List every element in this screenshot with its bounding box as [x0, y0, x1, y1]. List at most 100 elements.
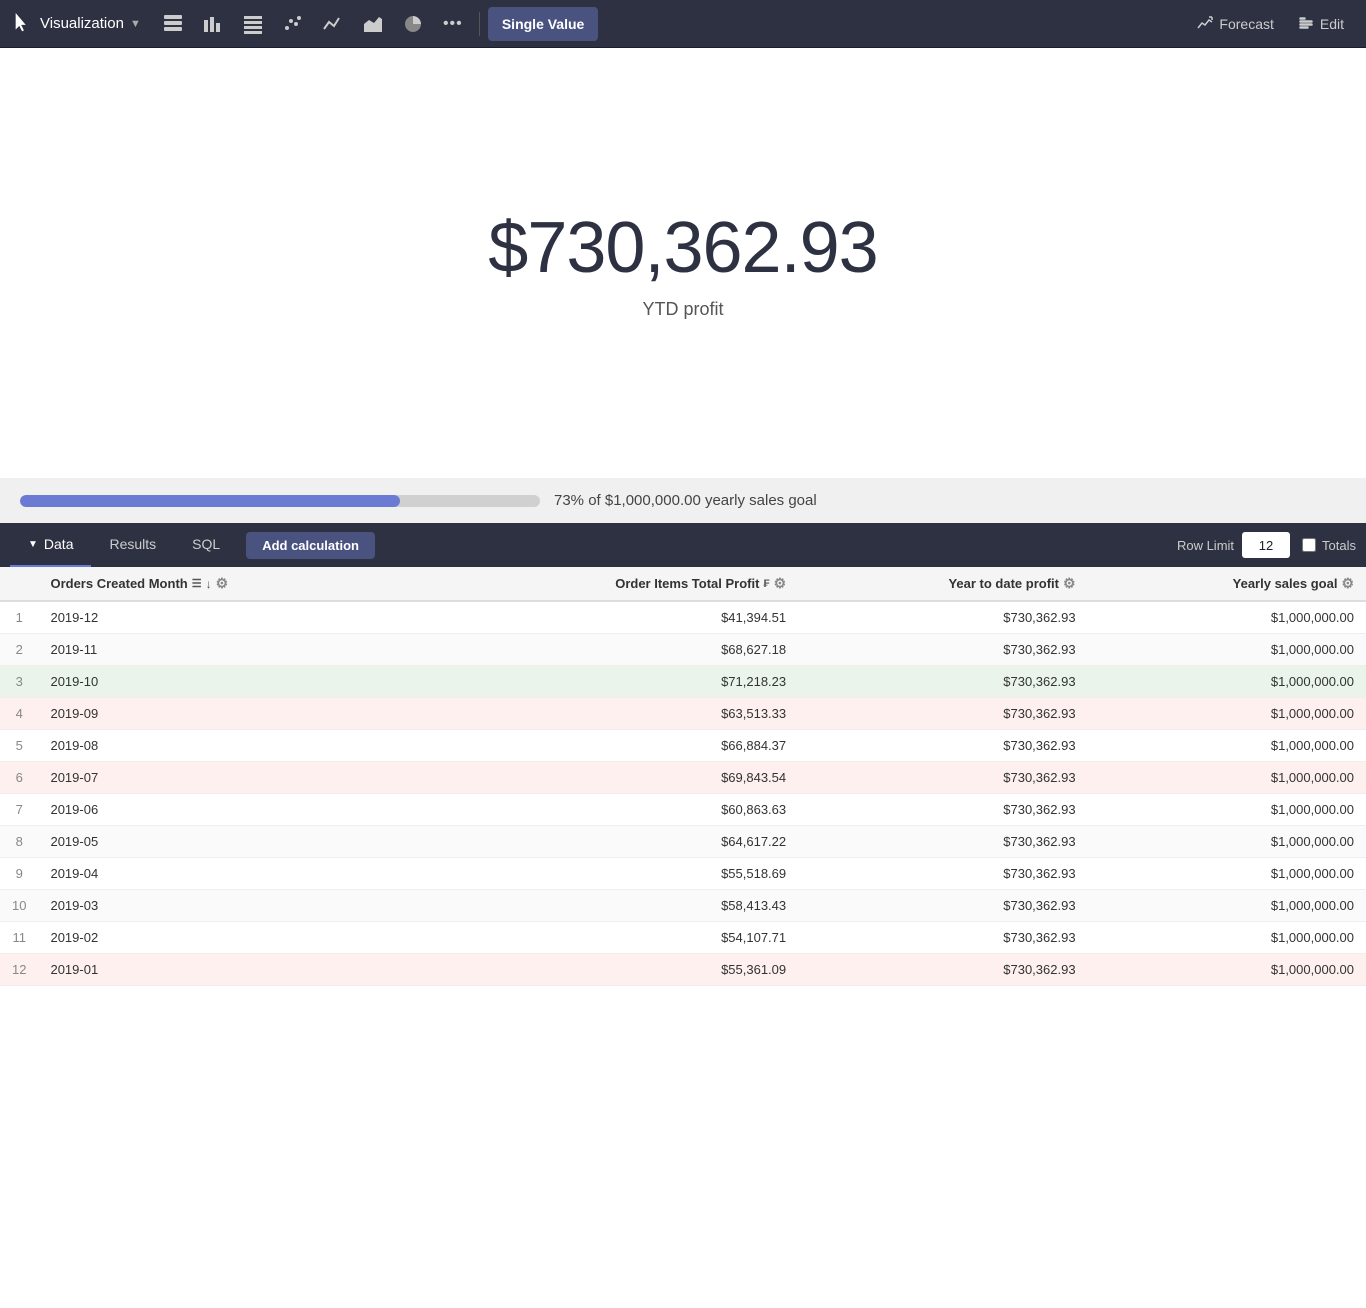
- bar-chart-button[interactable]: [195, 7, 231, 41]
- tab-results[interactable]: Results: [91, 523, 174, 567]
- data-tab-chevron: ▼: [28, 539, 38, 550]
- line-chart-button[interactable]: [315, 7, 351, 41]
- orders-created-month-cell: 2019-05: [38, 826, 424, 858]
- totals-text: Totals: [1322, 538, 1356, 553]
- row-num-cell: 9: [0, 858, 38, 890]
- forecast-label: Forecast: [1219, 16, 1273, 32]
- sort-down-icon: ↓: [206, 577, 212, 591]
- results-tab-label: Results: [109, 536, 156, 552]
- yearly-sales-goal-cell: $1,000,000.00: [1088, 730, 1366, 762]
- row-num-cell: 12: [0, 954, 38, 986]
- ytd-profit-cell: $730,362.93: [798, 698, 1087, 730]
- pie-chart-icon: [403, 14, 423, 34]
- table-view-button[interactable]: [155, 7, 191, 41]
- list-icon: [243, 14, 263, 34]
- yearly-sales-goal-cell: $1,000,000.00: [1088, 890, 1366, 922]
- orders-created-month-cell: 2019-04: [38, 858, 424, 890]
- goal-bar-text: 73% of $1,000,000.00 yearly sales goal: [554, 492, 817, 509]
- edit-icon: [1298, 16, 1314, 32]
- area-chart-button[interactable]: [355, 7, 391, 41]
- total-profit-cell: $63,513.33: [425, 698, 798, 730]
- add-calculation-button[interactable]: Add calculation: [246, 532, 375, 559]
- yearly-sales-goal-cell: $1,000,000.00: [1088, 954, 1366, 986]
- total-profit-cell: $66,884.37: [425, 730, 798, 762]
- ytd-profit-cell: $730,362.93: [798, 858, 1087, 890]
- ytd-profit-cell: $730,362.93: [798, 826, 1087, 858]
- yearly-sales-goal-settings-icon[interactable]: ⚙: [1341, 575, 1354, 592]
- area-chart-icon: [363, 14, 383, 34]
- edit-label: Edit: [1320, 16, 1344, 32]
- tab-data[interactable]: ▼ Data: [10, 523, 91, 567]
- totals-label[interactable]: Totals: [1302, 538, 1356, 553]
- ytd-profit-cell: $730,362.93: [798, 666, 1087, 698]
- edit-button[interactable]: Edit: [1288, 7, 1354, 41]
- single-value-label: YTD profit: [642, 299, 723, 320]
- data-panel-tabs: ▼ Data Results SQL Add calculation Row L…: [0, 523, 1366, 567]
- col-header-yearly-sales-goal[interactable]: Yearly sales goal ⚙: [1088, 567, 1366, 601]
- data-table-container: Orders Created Month ☰ ↓ ⚙ Order Items T…: [0, 567, 1366, 986]
- ytd-profit-cell: $730,362.93: [798, 730, 1087, 762]
- table-row: 10 2019-03 $58,413.43 $730,362.93 $1,000…: [0, 890, 1366, 922]
- total-profit-cell: $55,361.09: [425, 954, 798, 986]
- orders-created-month-cell: 2019-02: [38, 922, 424, 954]
- table-row: 4 2019-09 $63,513.33 $730,362.93 $1,000,…: [0, 698, 1366, 730]
- orders-created-month-cell: 2019-09: [38, 698, 424, 730]
- row-num-cell: 3: [0, 666, 38, 698]
- list-view-button[interactable]: [235, 7, 271, 41]
- total-profit-cell: $64,617.22: [425, 826, 798, 858]
- table-icon: [163, 14, 183, 34]
- line-chart-icon: [323, 14, 343, 34]
- orders-month-settings-icon[interactable]: ⚙: [216, 575, 229, 592]
- ytd-profit-settings-icon[interactable]: ⚙: [1063, 575, 1076, 592]
- table-row: 5 2019-08 $66,884.37 $730,362.93 $1,000,…: [0, 730, 1366, 762]
- yearly-sales-goal-cell: $1,000,000.00: [1088, 666, 1366, 698]
- table-row: 7 2019-06 $60,863.63 $730,362.93 $1,000,…: [0, 794, 1366, 826]
- yearly-sales-goal-cell: $1,000,000.00: [1088, 826, 1366, 858]
- single-value-area: $730,362.93 YTD profit: [0, 48, 1366, 478]
- table-header-row: Orders Created Month ☰ ↓ ⚙ Order Items T…: [0, 567, 1366, 601]
- more-options-button[interactable]: •••: [435, 7, 471, 41]
- yearly-sales-goal-label: Yearly sales goal: [1233, 576, 1338, 591]
- table-row: 9 2019-04 $55,518.69 $730,362.93 $1,000,…: [0, 858, 1366, 890]
- tab-sql[interactable]: SQL: [174, 523, 238, 567]
- forecast-button[interactable]: Forecast: [1187, 7, 1283, 41]
- row-limit-input[interactable]: [1242, 532, 1290, 558]
- orders-created-month-cell: 2019-12: [38, 601, 424, 634]
- yearly-sales-goal-cell: $1,000,000.00: [1088, 634, 1366, 666]
- row-num-cell: 5: [0, 730, 38, 762]
- table-row: 1 2019-12 $41,394.51 $730,362.93 $1,000,…: [0, 601, 1366, 634]
- col-header-ytd-profit[interactable]: Year to date profit ⚙: [798, 567, 1087, 601]
- table-row: 12 2019-01 $55,361.09 $730,362.93 $1,000…: [0, 954, 1366, 986]
- ytd-profit-cell: $730,362.93: [798, 762, 1087, 794]
- orders-created-month-cell: 2019-03: [38, 890, 424, 922]
- single-value-label: Single Value: [502, 16, 584, 32]
- brand-label: Visualization: [40, 15, 124, 32]
- toolbar: Visualization ▼: [0, 0, 1366, 48]
- single-value-button[interactable]: Single Value: [488, 7, 598, 41]
- row-num-cell: 8: [0, 826, 38, 858]
- col-header-orders-created-month[interactable]: Orders Created Month ☰ ↓ ⚙: [38, 567, 424, 601]
- total-profit-cell: $60,863.63: [425, 794, 798, 826]
- table-row: 2 2019-11 $68,627.18 $730,362.93 $1,000,…: [0, 634, 1366, 666]
- total-profit-settings-icon[interactable]: ⚙: [774, 575, 787, 592]
- row-num-cell: 1: [0, 601, 38, 634]
- table-row: 8 2019-05 $64,617.22 $730,362.93 $1,000,…: [0, 826, 1366, 858]
- scatter-chart-button[interactable]: [275, 7, 311, 41]
- totals-checkbox[interactable]: [1302, 538, 1316, 552]
- dropdown-chevron-icon[interactable]: ▼: [130, 18, 141, 30]
- sql-tab-label: SQL: [192, 536, 220, 552]
- filter-icon: ☰: [192, 577, 202, 590]
- visualization-brand[interactable]: Visualization ▼: [12, 13, 141, 35]
- total-profit-cell: $71,218.23: [425, 666, 798, 698]
- row-num-cell: 6: [0, 762, 38, 794]
- ytd-profit-cell: $730,362.93: [798, 794, 1087, 826]
- orders-created-month-cell: 2019-10: [38, 666, 424, 698]
- yearly-sales-goal-cell: $1,000,000.00: [1088, 601, 1366, 634]
- total-profit-label: Order Items Total Profit: [615, 576, 759, 591]
- col-header-total-profit[interactable]: Order Items Total Profit ₣ ⚙: [425, 567, 798, 601]
- goal-bar-container: 73% of $1,000,000.00 yearly sales goal: [0, 478, 1366, 523]
- table-body: 1 2019-12 $41,394.51 $730,362.93 $1,000,…: [0, 601, 1366, 986]
- pie-chart-button[interactable]: [395, 7, 431, 41]
- goal-bar-track: [20, 495, 540, 507]
- yearly-sales-goal-cell: $1,000,000.00: [1088, 698, 1366, 730]
